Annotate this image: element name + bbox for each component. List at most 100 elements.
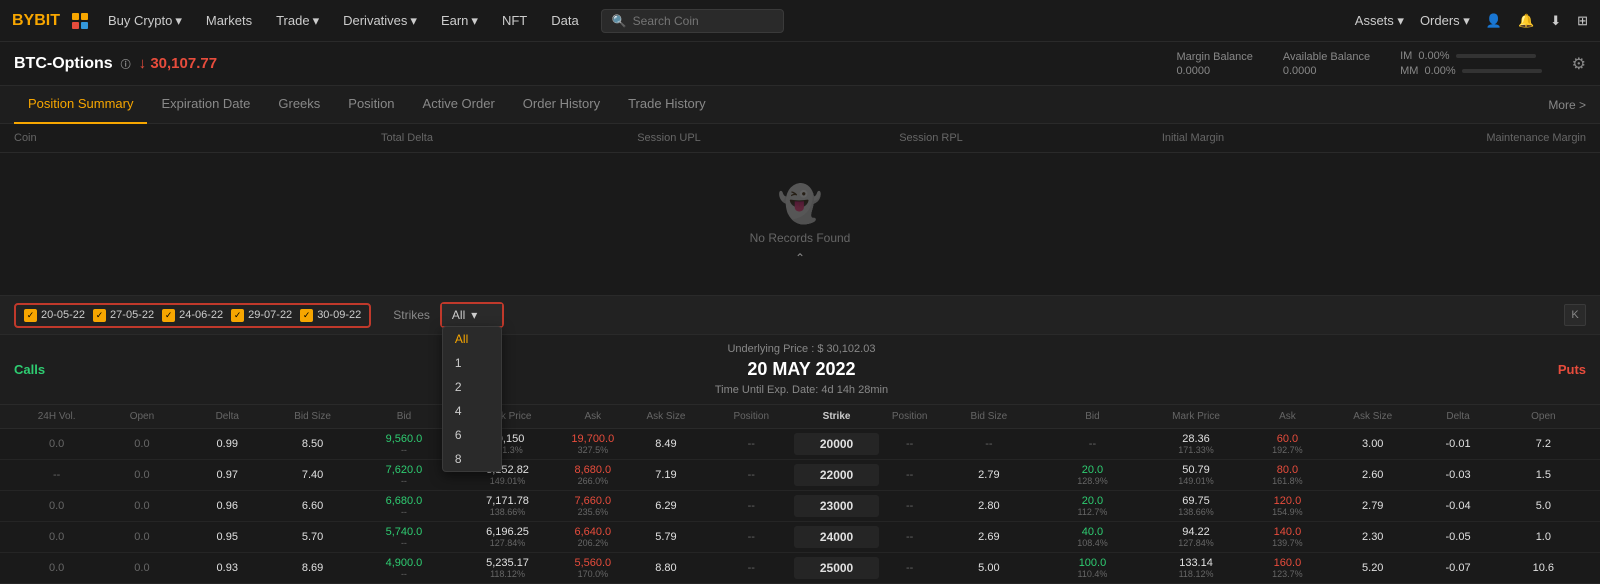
c-bid: 4,900.0 -- — [355, 557, 452, 579]
col-p-bid-size: Bid Size — [940, 411, 1038, 422]
im-progress-row: IM 0.00% — [1400, 50, 1542, 62]
col-p-bid: Bid — [1038, 411, 1148, 422]
c-bid-size: 7.40 — [270, 469, 355, 481]
nav-buy-crypto[interactable]: Buy Crypto ▾ — [98, 13, 192, 29]
col-c-position: Position — [709, 411, 794, 422]
strikes-option-4[interactable]: 4 — [443, 399, 501, 423]
c-open: 0.0 — [99, 438, 184, 450]
logo[interactable]: BYBIT — [12, 12, 60, 30]
strikes-option-all[interactable]: All — [443, 327, 501, 351]
strikes-dropdown-button[interactable]: All ▾ — [442, 304, 502, 326]
available-balance-label: Available Balance — [1283, 51, 1370, 63]
p-bid: 40.0 108.4% — [1038, 526, 1148, 548]
k-button[interactable]: K — [1564, 304, 1586, 326]
info-icon[interactable]: ⓘ — [121, 56, 131, 71]
c-delta: 0.95 — [185, 531, 270, 543]
nav-markets[interactable]: Markets — [196, 13, 262, 28]
tab-position-summary[interactable]: Position Summary — [14, 86, 147, 124]
c-ask: 5,560.0 170.0% — [562, 557, 623, 579]
nav-derivatives[interactable]: Derivatives ▾ — [333, 13, 427, 29]
c-mark-price: 7,171.78 138.66% — [453, 495, 563, 517]
p-position: -- — [879, 562, 940, 574]
c-bid-size: 6.60 — [270, 500, 355, 512]
col-p-position: Position — [879, 411, 940, 422]
checkbox-icon-3: ✓ — [162, 309, 175, 322]
c-bid-size: 8.69 — [270, 562, 355, 574]
grid-icon[interactable]: ⊞ — [1577, 13, 1588, 29]
position-table-header: Coin Total Delta Session UPL Session RPL… — [0, 124, 1600, 153]
options-columns-header: 24H Vol. Open Delta Bid Size Bid Mark Pr… — [0, 405, 1600, 429]
date-checkbox-27-05-22[interactable]: ✓ 27-05-22 — [93, 309, 154, 322]
tab-more[interactable]: More > — [1548, 98, 1586, 112]
tab-greeks[interactable]: Greeks — [264, 86, 334, 124]
im-progress-bar — [1456, 54, 1536, 58]
p-bid: 100.0 110.4% — [1038, 557, 1148, 579]
p-ask: 140.0 139.7% — [1245, 526, 1330, 548]
c-delta: 0.96 — [185, 500, 270, 512]
date-badge: 20 MAY 2022 — [747, 359, 855, 380]
tab-position[interactable]: Position — [334, 86, 408, 124]
underlying-price: Underlying Price : $ 30,102.03 — [727, 343, 875, 355]
center-info: Underlying Price : $ 30,102.03 20 MAY 20… — [715, 343, 888, 396]
p-bid-size: 5.00 — [940, 562, 1038, 574]
table-row: 0.0 0.0 0.99 8.50 9,560.0 -- 10,150 171.… — [0, 429, 1600, 460]
c-position: -- — [709, 500, 794, 512]
col-strike: Strike — [794, 411, 879, 422]
tab-trade-history[interactable]: Trade History — [614, 86, 720, 124]
date-checkbox-29-07-22[interactable]: ✓ 29-07-22 — [231, 309, 292, 322]
search-input[interactable] — [633, 14, 773, 28]
c-ask: 19,700.0 327.5% — [562, 433, 623, 455]
checkbox-icon-1: ✓ — [24, 309, 37, 322]
p-bid: -- — [1038, 438, 1148, 450]
col-p-mark-price: Mark Price — [1147, 411, 1244, 422]
strikes-option-1[interactable]: 1 — [443, 351, 501, 375]
nav-data[interactable]: Data — [541, 13, 588, 28]
notifications-icon[interactable]: 🔔 — [1518, 13, 1534, 29]
puts-label: Puts — [1558, 362, 1586, 377]
search-box[interactable]: 🔍 — [601, 9, 784, 33]
p-mark-price: 94.22 127.84% — [1147, 526, 1244, 548]
btc-options-label: BTC-Options — [14, 55, 113, 73]
chevron-up-icon[interactable]: ⌃ — [795, 251, 805, 265]
p-ask-size: 5.20 — [1330, 562, 1415, 574]
c-mark-price: 6,196.25 127.84% — [453, 526, 563, 548]
no-records-text: No Records Found — [750, 231, 851, 245]
nav-nft[interactable]: NFT — [492, 13, 537, 28]
gear-icon[interactable]: ⚙ — [1572, 54, 1586, 74]
tab-order-history[interactable]: Order History — [509, 86, 614, 124]
date-checkbox-20-05-22[interactable]: ✓ 20-05-22 — [24, 309, 85, 322]
logo-grid-icon[interactable] — [72, 13, 88, 29]
nav-trade[interactable]: Trade ▾ — [266, 13, 329, 29]
p-ask: 60.0 192.7% — [1245, 433, 1330, 455]
p-ask: 120.0 154.9% — [1245, 495, 1330, 517]
col-coin: Coin — [14, 132, 276, 144]
strikes-option-8[interactable]: 8 — [443, 447, 501, 471]
progress-bars: IM 0.00% MM 0.00% — [1400, 50, 1542, 77]
available-balance-value: 0.0000 — [1283, 65, 1370, 77]
margin-balance-label: Margin Balance — [1176, 51, 1252, 63]
date-checkbox-24-06-22[interactable]: ✓ 24-06-22 — [162, 309, 223, 322]
strikes-option-2[interactable]: 2 — [443, 375, 501, 399]
download-icon[interactable]: ⬇ — [1550, 13, 1561, 29]
nav-earn[interactable]: Earn ▾ — [431, 13, 488, 29]
nav-right: Assets ▾ Orders ▾ 👤 🔔 ⬇ ⊞ — [1355, 13, 1588, 29]
p-mark-price: 133.14 118.12% — [1147, 557, 1244, 579]
p-ask-size: 2.60 — [1330, 469, 1415, 481]
p-position: -- — [879, 438, 940, 450]
date-checkbox-30-09-22[interactable]: ✓ 30-09-22 — [300, 309, 361, 322]
tab-expiration-date[interactable]: Expiration Date — [147, 86, 264, 124]
profile-icon[interactable]: 👤 — [1486, 13, 1502, 29]
checkbox-icon-4: ✓ — [231, 309, 244, 322]
topnav: BYBIT Buy Crypto ▾ Markets Trade ▾ Deriv… — [0, 0, 1600, 42]
c-24h-vol: 0.0 — [14, 531, 99, 543]
strikes-option-6[interactable]: 6 — [443, 423, 501, 447]
col-c-ask-size: Ask Size — [623, 411, 708, 422]
orders-menu[interactable]: Orders ▾ — [1420, 13, 1470, 29]
p-position: -- — [879, 531, 940, 543]
c-position: -- — [709, 531, 794, 543]
tabs: Position Summary Expiration Date Greeks … — [0, 86, 1600, 124]
tab-active-order[interactable]: Active Order — [409, 86, 509, 124]
c-position: -- — [709, 438, 794, 450]
col-p-ask-size: Ask Size — [1330, 411, 1415, 422]
assets-menu[interactable]: Assets ▾ — [1355, 13, 1404, 29]
